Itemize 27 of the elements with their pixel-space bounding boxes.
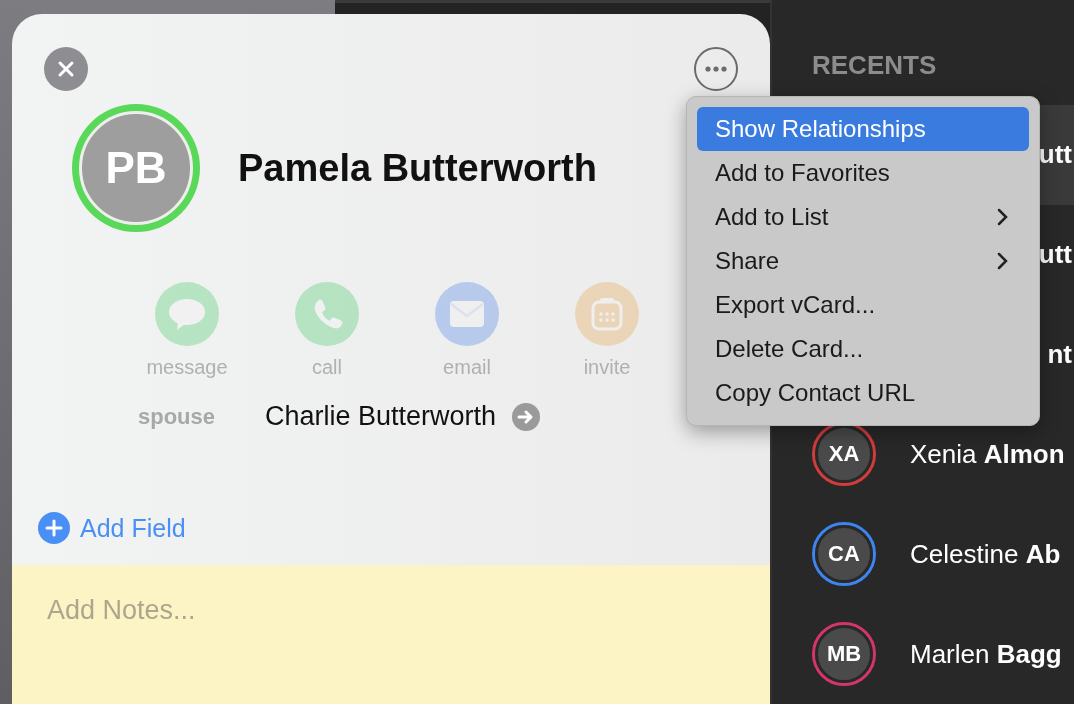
close-button[interactable] (44, 47, 88, 91)
more-icon (704, 66, 728, 72)
contact-row[interactable]: MB Marlen Bagg (772, 604, 1074, 704)
menu-item[interactable]: Add to Favorites (697, 151, 1029, 195)
field-value: Charlie Butterworth (265, 401, 497, 432)
chevron-icon (997, 252, 1009, 270)
section-title: RECENTS (811, 49, 938, 82)
calendar-icon (590, 297, 624, 331)
menu-item[interactable]: Export vCard... (697, 283, 1029, 327)
contact-avatar: PB (72, 104, 200, 232)
contact-avatar: MB (812, 622, 876, 687)
contact-name: Pamela Butterworth (238, 146, 597, 190)
chevron-icon (997, 208, 1009, 226)
notes-field[interactable]: Add Notes... (12, 565, 770, 704)
more-button[interactable] (694, 47, 738, 91)
menu-item[interactable]: Add to List (697, 195, 1029, 239)
envelope-icon (449, 300, 485, 328)
menu-item[interactable]: Show Relationships (697, 107, 1029, 151)
contact-avatar: CA (812, 522, 876, 587)
close-icon (56, 59, 76, 79)
menu-item[interactable]: Delete Card... (697, 327, 1029, 371)
plus-icon (38, 512, 70, 544)
speech-bubble-icon (168, 297, 206, 331)
field-label: spouse (138, 403, 217, 430)
contact-row[interactable]: CA Celestine Ab (772, 504, 1074, 605)
menu-item[interactable]: Share (697, 239, 1029, 283)
menu-item[interactable]: Copy Contact URL (697, 371, 1029, 415)
